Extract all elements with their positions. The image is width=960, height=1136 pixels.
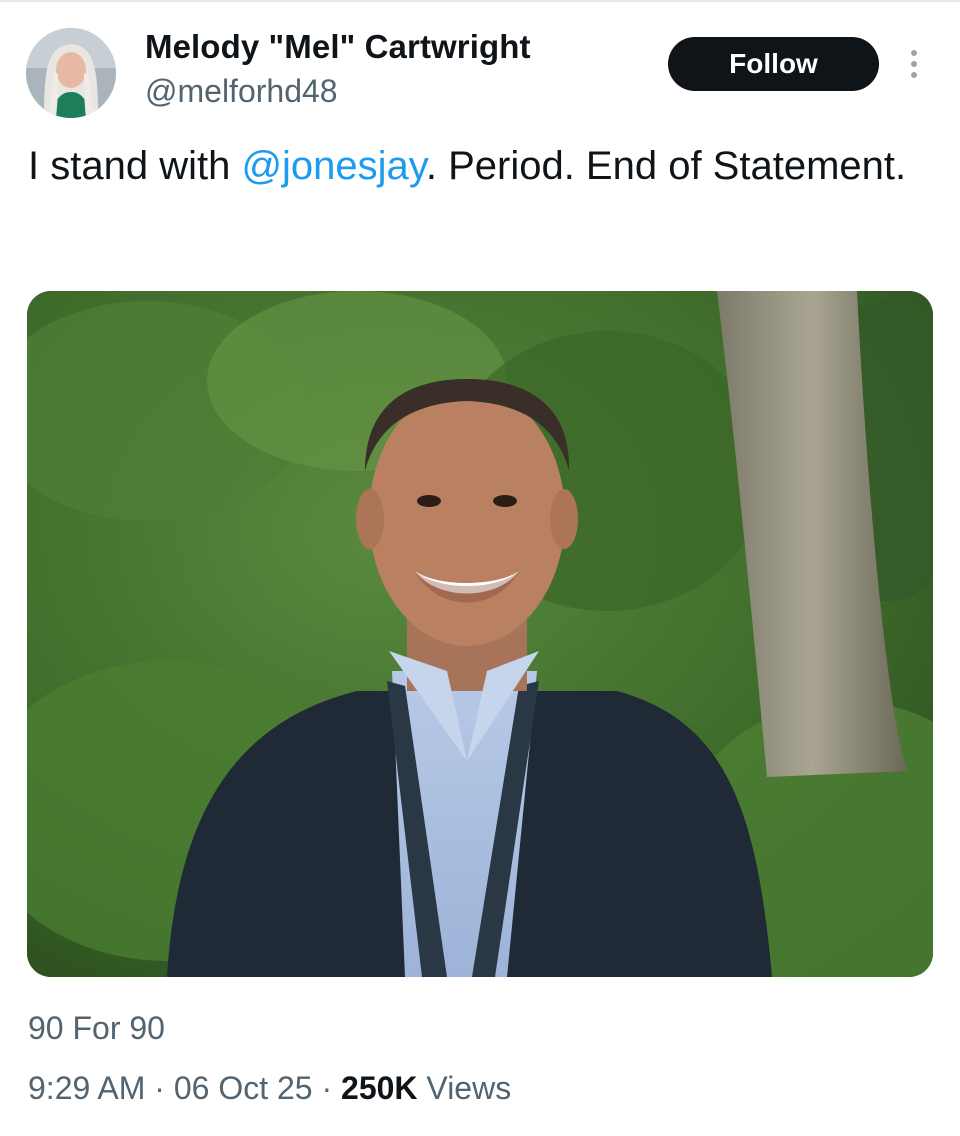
more-dot xyxy=(911,61,917,67)
tweet-text-end: . Period. End of Statement. xyxy=(425,144,907,188)
more-dot xyxy=(911,50,917,56)
more-options-icon[interactable] xyxy=(898,44,930,84)
tweet-photo[interactable] xyxy=(27,291,933,977)
post-time[interactable]: 9:29 AM xyxy=(28,1070,145,1106)
portrait-photo xyxy=(27,291,933,977)
author-display-name[interactable]: Melody "Mel" Cartwright xyxy=(145,28,531,66)
tweet-text: I stand with @jonesjay. Period. End of S… xyxy=(28,138,908,194)
more-dot xyxy=(911,72,917,78)
mention-link[interactable]: @jonesjay xyxy=(241,144,425,188)
post-metadata: 9:29 AM · 06 Oct 25 · 250K Views xyxy=(28,1070,511,1107)
top-divider xyxy=(0,0,960,2)
views-label: Views xyxy=(426,1070,512,1106)
avatar[interactable] xyxy=(26,28,116,118)
author-handle[interactable]: @melforhd48 xyxy=(145,73,338,110)
avatar-photo xyxy=(26,28,116,118)
post-date[interactable]: 06 Oct 25 xyxy=(174,1070,313,1106)
follow-button[interactable]: Follow xyxy=(668,37,879,91)
post-source-label[interactable]: 90 For 90 xyxy=(28,1010,165,1047)
tweet-text-start: I stand with xyxy=(28,144,242,188)
meta-separator: · xyxy=(154,1070,165,1106)
meta-separator: · xyxy=(321,1070,333,1106)
views-count[interactable]: 250K xyxy=(341,1070,418,1106)
